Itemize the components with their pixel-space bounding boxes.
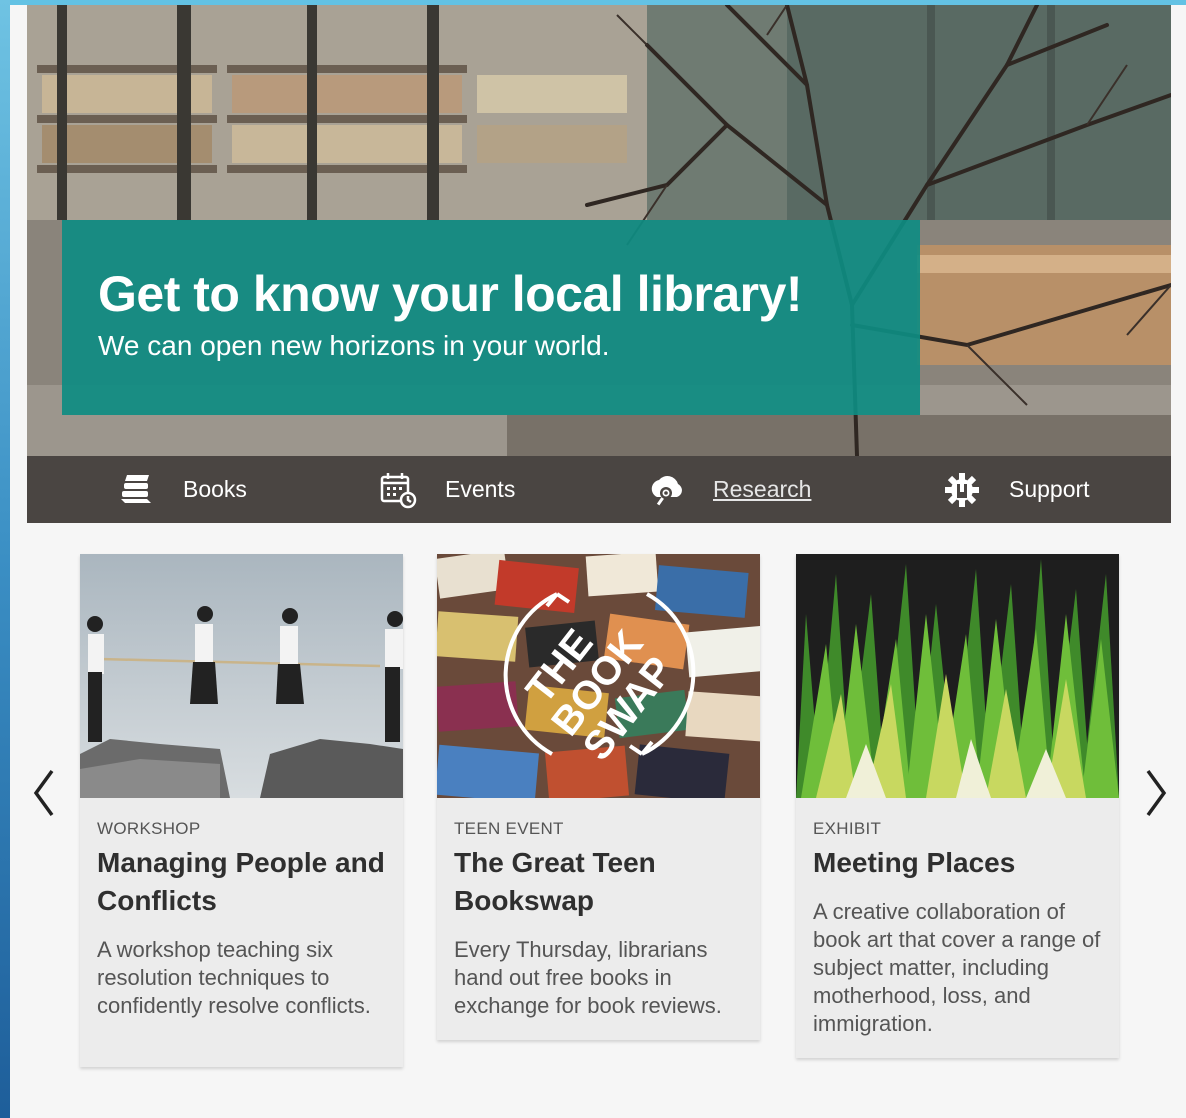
event-card-exhibit[interactable]: EXHIBIT Meeting Places A creative collab… [796, 554, 1119, 1058]
card-image-paper-grass [796, 554, 1119, 798]
hero-subtitle: We can open new horizons in your world. [98, 330, 610, 361]
support-gear-icon [943, 471, 981, 509]
card-category: EXHIBIT [813, 819, 882, 838]
chevron-left-icon [33, 769, 54, 817]
carousel-next-button[interactable] [1142, 765, 1170, 821]
nav-item-support[interactable]: Support [943, 456, 1090, 523]
nav-item-books[interactable]: Books [117, 456, 247, 523]
card-title: Meeting Places [813, 847, 1016, 878]
research-icon [647, 471, 685, 509]
card-description: A creative collaboration of book art tha… [813, 899, 1101, 1036]
hero-banner: Get to know your local library! We can o… [62, 220, 920, 415]
main-nav-bar: Books Events Research Support [27, 456, 1171, 523]
card-image-book-swap: THE BOOK SWAP [437, 554, 760, 798]
hero-section: Get to know your local library! We can o… [27, 5, 1171, 456]
card-image-tug-of-war [80, 554, 403, 798]
card-title: The Great Teen Bookswap [454, 847, 656, 916]
nav-label-research: Research [713, 476, 812, 502]
nav-item-events[interactable]: Events [379, 456, 515, 523]
card-body: WORKSHOP Managing People and Conflicts A… [80, 798, 403, 1040]
hero-title: Get to know your local library! [98, 266, 803, 322]
card-body: TEEN EVENT The Great Teen Bookswap Every… [437, 798, 760, 1040]
books-icon [117, 471, 155, 509]
card-description: Every Thursday, librarians hand out free… [454, 937, 722, 1018]
chevron-right-icon [1146, 769, 1167, 817]
card-category: WORKSHOP [97, 819, 201, 838]
carousel-prev-button[interactable] [30, 765, 58, 821]
card-description: A workshop teaching six resolution techn… [97, 937, 371, 1018]
event-card-workshop[interactable]: WORKSHOP Managing People and Conflicts A… [80, 554, 403, 1067]
nav-label-support: Support [1009, 476, 1090, 502]
card-title: Managing People and Conflicts [97, 847, 385, 916]
card-category: TEEN EVENT [454, 819, 564, 838]
event-card-teen-event[interactable]: THE BOOK SWAP TEEN EVENT The Great Teen … [437, 554, 760, 1040]
nav-item-research[interactable]: Research [647, 456, 811, 523]
nav-label-books: Books [183, 476, 247, 502]
calendar-icon [379, 471, 417, 509]
card-body: EXHIBIT Meeting Places A creative collab… [796, 798, 1119, 1058]
nav-label-events: Events [445, 476, 516, 502]
